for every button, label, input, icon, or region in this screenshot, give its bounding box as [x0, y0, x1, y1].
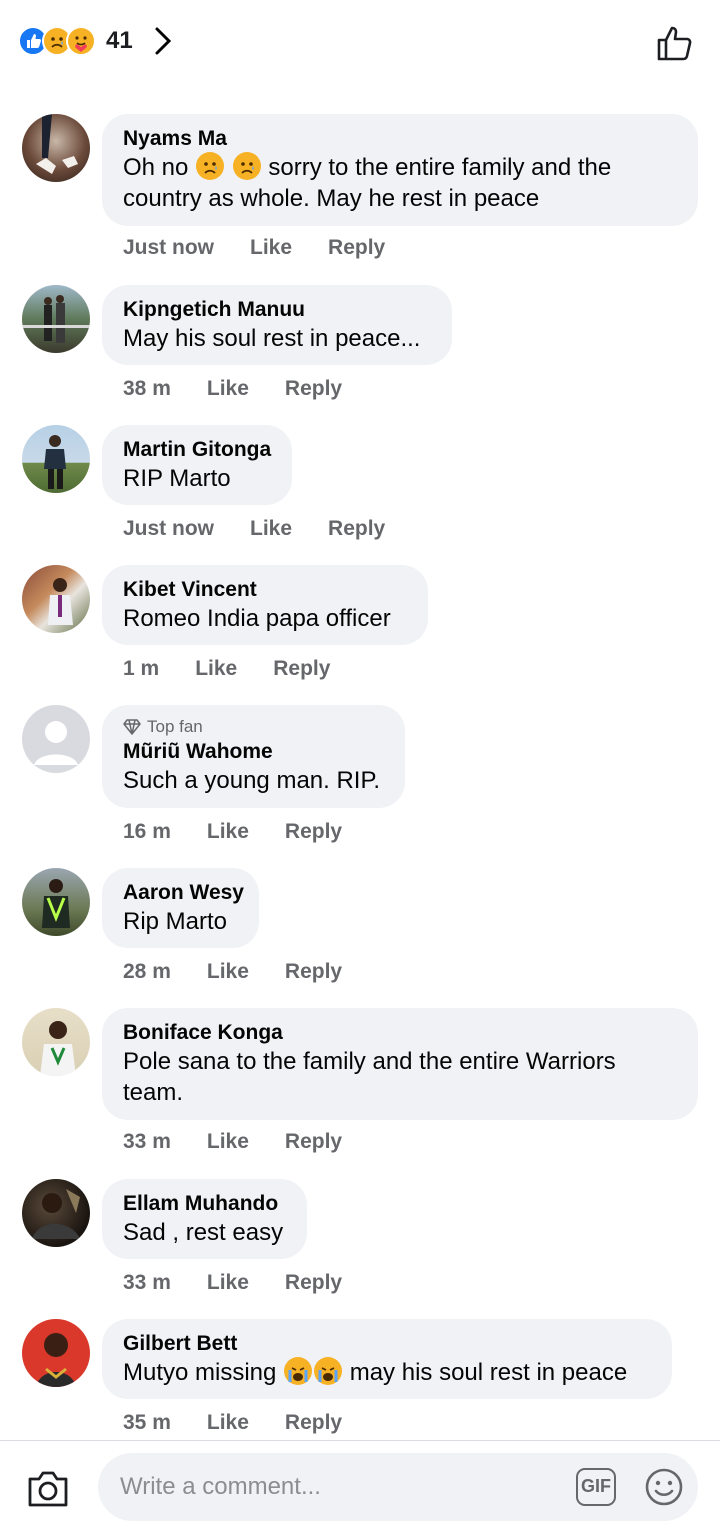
- avatar[interactable]: [22, 868, 90, 936]
- chevron-right-icon[interactable]: [153, 26, 173, 56]
- reply-button[interactable]: Reply: [285, 960, 342, 984]
- comment-text: Pole sana to the family and the entire W…: [123, 1048, 616, 1106]
- comment-author[interactable]: Boniface Konga: [123, 1020, 677, 1046]
- care-icon: [66, 26, 96, 56]
- comment-text: Oh no sorry to the entire family and the…: [123, 152, 612, 212]
- diamond-icon: [123, 719, 141, 735]
- avatar[interactable]: [22, 1179, 90, 1247]
- comment-text: Mutyo missing may his soul rest in peace: [123, 1357, 628, 1386]
- comment-timestamp[interactable]: 38 m: [123, 377, 171, 401]
- reaction-count: 41: [106, 27, 133, 54]
- comment-actions: 33 m Like Reply: [123, 1130, 342, 1154]
- comment-timestamp[interactable]: 33 m: [123, 1130, 171, 1154]
- avatar[interactable]: [22, 114, 90, 182]
- avatar[interactable]: [22, 425, 90, 493]
- comment-author[interactable]: Aaron Wesy: [123, 880, 244, 906]
- comment-timestamp[interactable]: Just now: [123, 236, 214, 260]
- comment-actions: Just now Like Reply: [123, 517, 385, 541]
- camera-icon[interactable]: [26, 1469, 70, 1509]
- comment-actions: 28 m Like Reply: [123, 960, 342, 984]
- comment-bubble[interactable]: Top fan Mũriũ Wahome Such a young man. R…: [102, 705, 405, 808]
- sad-icon: [232, 152, 261, 180]
- comment-bubble[interactable]: Martin Gitonga RIP Marto: [102, 425, 292, 505]
- comment-author[interactable]: Nyams Ma: [123, 126, 677, 152]
- comment-bubble[interactable]: Boniface Konga Pole sana to the family a…: [102, 1008, 698, 1120]
- like-button[interactable]: Like: [207, 1411, 249, 1435]
- comment-timestamp[interactable]: 33 m: [123, 1271, 171, 1295]
- reply-button[interactable]: Reply: [328, 517, 385, 541]
- avatar[interactable]: [22, 285, 90, 353]
- comment-text: RIP Marto: [123, 465, 231, 492]
- comment-timestamp[interactable]: 16 m: [123, 820, 171, 844]
- avatar[interactable]: [22, 1319, 90, 1387]
- like-button[interactable]: Like: [250, 517, 292, 541]
- comment-bubble[interactable]: Kipngetich Manuu May his soul rest in pe…: [102, 285, 452, 365]
- reply-button[interactable]: Reply: [285, 1130, 342, 1154]
- gif-button[interactable]: GIF: [576, 1468, 616, 1506]
- comment-author[interactable]: Kibet Vincent: [123, 577, 407, 603]
- comment-actions: 35 m Like Reply: [123, 1411, 342, 1435]
- like-button[interactable]: Like: [207, 960, 249, 984]
- comment-actions: 38 m Like Reply: [123, 377, 342, 401]
- comment-bubble[interactable]: Ellam Muhando Sad , rest easy: [102, 1179, 307, 1259]
- avatar-placeholder[interactable]: [22, 705, 90, 773]
- comment-text: Rip Marto: [123, 908, 228, 935]
- avatar[interactable]: [22, 1008, 90, 1076]
- comment-author[interactable]: Ellam Muhando: [123, 1191, 286, 1217]
- like-post-icon[interactable]: [656, 24, 694, 62]
- comment-author[interactable]: Gilbert Bett: [123, 1331, 651, 1357]
- like-button[interactable]: Like: [207, 1271, 249, 1295]
- comment-author[interactable]: Martin Gitonga: [123, 437, 271, 463]
- comment-bubble[interactable]: Gilbert Bett Mutyo missing may his soul …: [102, 1319, 672, 1399]
- crying-icon: [314, 1357, 343, 1385]
- comment-text: Sad , rest easy: [123, 1219, 284, 1246]
- reply-button[interactable]: Reply: [285, 1271, 342, 1295]
- like-button[interactable]: Like: [250, 236, 292, 260]
- comment-actions: Just now Like Reply: [123, 236, 385, 260]
- comment-timestamp[interactable]: Just now: [123, 517, 214, 541]
- comment-actions: 1 m Like Reply: [123, 657, 330, 681]
- comment-timestamp[interactable]: 35 m: [123, 1411, 171, 1435]
- comment-text: Romeo India papa officer: [123, 605, 391, 632]
- comment-author[interactable]: Mũriũ Wahome: [123, 739, 384, 765]
- comment-composer: Write a comment... GIF: [0, 1440, 720, 1533]
- reply-button[interactable]: Reply: [273, 657, 330, 681]
- comment-timestamp[interactable]: 1 m: [123, 657, 159, 681]
- comment-actions: 33 m Like Reply: [123, 1271, 342, 1295]
- reply-button[interactable]: Reply: [328, 236, 385, 260]
- crying-icon: [284, 1357, 313, 1385]
- comment-bubble[interactable]: Aaron Wesy Rip Marto: [102, 868, 259, 948]
- like-button[interactable]: Like: [195, 657, 237, 681]
- comment-actions: 16 m Like Reply: [123, 820, 342, 844]
- comment-bubble[interactable]: Nyams Ma Oh no sorry to the entire famil…: [102, 114, 698, 226]
- like-button[interactable]: Like: [207, 377, 249, 401]
- sad-icon: [196, 152, 225, 180]
- like-button[interactable]: Like: [207, 1130, 249, 1154]
- emoji-icon[interactable]: [644, 1467, 684, 1507]
- avatar[interactable]: [22, 565, 90, 633]
- reaction-summary[interactable]: 41: [18, 24, 173, 58]
- reply-button[interactable]: Reply: [285, 1411, 342, 1435]
- reply-button[interactable]: Reply: [285, 377, 342, 401]
- comment-input[interactable]: Write a comment... GIF: [98, 1453, 698, 1521]
- top-fan-badge: Top fan: [123, 717, 384, 737]
- reactions-header: 41: [0, 0, 720, 90]
- comment-text: Such a young man. RIP.: [123, 767, 381, 794]
- like-button[interactable]: Like: [207, 820, 249, 844]
- comment-bubble[interactable]: Kibet Vincent Romeo India papa officer: [102, 565, 428, 645]
- comment-placeholder: Write a comment...: [120, 1473, 321, 1500]
- comment-text: May his soul rest in peace...: [123, 325, 421, 352]
- comment-timestamp[interactable]: 28 m: [123, 960, 171, 984]
- comment-author[interactable]: Kipngetich Manuu: [123, 297, 431, 323]
- reply-button[interactable]: Reply: [285, 820, 342, 844]
